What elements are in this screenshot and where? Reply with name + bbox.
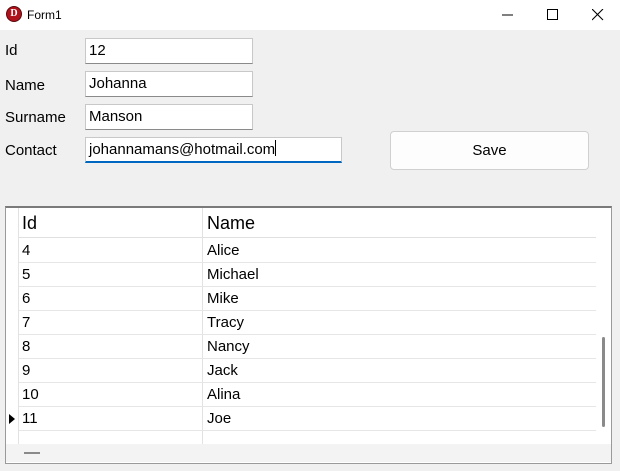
current-row-pointer-icon [9, 414, 15, 424]
table-row[interactable]: 8 Nancy [19, 335, 596, 359]
surname-field[interactable]: Manson [85, 104, 253, 130]
cell-id: 11 [22, 410, 38, 427]
minimize-button[interactable] [485, 0, 531, 30]
grid-header: Id Name [19, 208, 596, 238]
table-row-current[interactable]: 11 Joe [19, 407, 596, 431]
title-bar[interactable]: D Form1 [0, 0, 620, 30]
minimize-icon [502, 14, 513, 16]
text-caret [275, 140, 277, 156]
cell-id: 6 [22, 290, 31, 307]
save-button[interactable]: Save [390, 131, 589, 170]
cell-name: Alice [207, 242, 240, 259]
cell-id: 8 [22, 338, 31, 355]
contact-field-text: johannamans@hotmail.com [89, 141, 276, 158]
column-header-id[interactable]: Id [22, 213, 37, 234]
surname-label: Surname [5, 109, 66, 126]
name-field[interactable]: Johanna [85, 71, 253, 97]
column-header-name[interactable]: Name [207, 213, 255, 234]
table-row[interactable]: 9 Jack [19, 359, 596, 383]
cell-name: Jack [207, 362, 238, 379]
close-icon [592, 9, 604, 21]
id-field[interactable]: 12 [85, 38, 253, 64]
window-title: Form1 [27, 8, 62, 22]
cell-name: Michael [207, 266, 259, 283]
horizontal-scrollbar[interactable] [6, 444, 611, 462]
row-indicator-column [6, 208, 19, 444]
table-row[interactable]: 5 Michael [19, 263, 596, 287]
cell-id: 7 [22, 314, 31, 331]
table-row[interactable]: 10 Alina [19, 383, 596, 407]
table-row[interactable]: 7 Tracy [19, 311, 596, 335]
cell-id: 5 [22, 266, 31, 283]
maximize-button[interactable] [530, 0, 576, 30]
table-row[interactable]: 6 Mike [19, 287, 596, 311]
cell-id: 9 [22, 362, 31, 379]
vertical-scroll-thumb[interactable] [602, 337, 605, 427]
close-button[interactable] [575, 0, 620, 30]
cell-name: Mike [207, 290, 239, 307]
name-label: Name [5, 77, 46, 94]
cell-id: 10 [22, 386, 39, 403]
horizontal-scroll-thumb[interactable] [24, 452, 40, 454]
cell-id: 4 [22, 242, 31, 259]
maximize-icon [547, 9, 558, 20]
table-row[interactable]: 4 Alice [19, 239, 596, 263]
cell-name: Nancy [207, 338, 250, 355]
data-grid[interactable]: Id Name 4 Alice 5 Michael 6 Mike 7 Tracy… [5, 206, 612, 464]
contact-field[interactable]: johannamans@hotmail.com [85, 137, 342, 163]
cell-name: Tracy [207, 314, 244, 331]
vertical-scrollbar[interactable] [596, 208, 611, 444]
id-label: Id [5, 42, 18, 59]
contact-label: Contact [5, 142, 57, 159]
cell-name: Joe [207, 410, 232, 427]
cell-name: Alina [207, 386, 241, 403]
delphi-app-icon: D [6, 6, 22, 22]
